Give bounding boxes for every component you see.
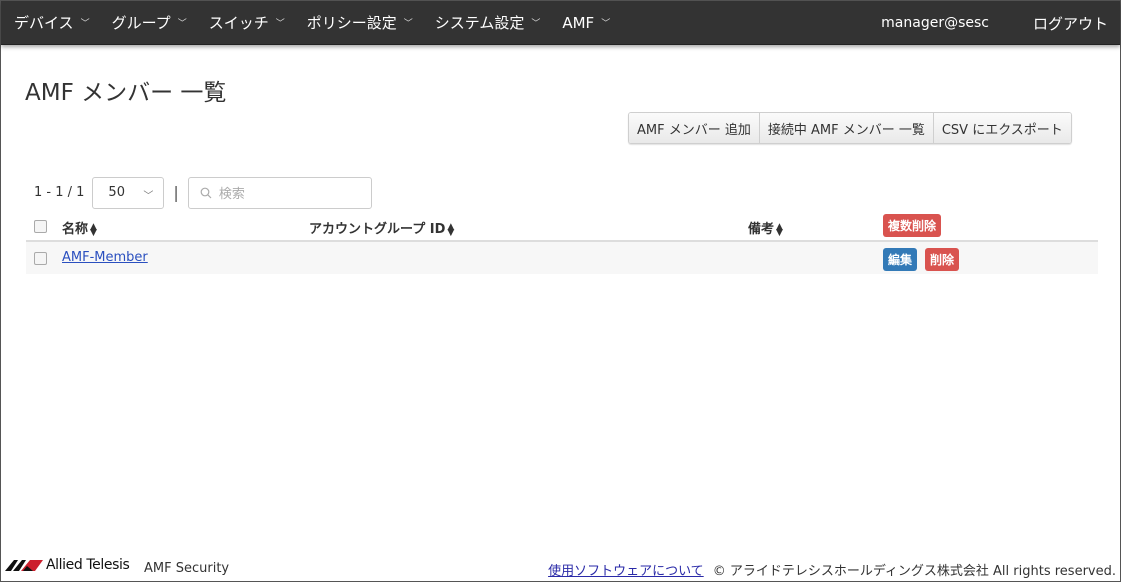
divider: | <box>173 183 179 202</box>
record-count: 1 - 1 / 1 <box>34 185 85 200</box>
chevron-down-icon: ﹀ <box>275 19 285 29</box>
about-software-link[interactable]: 使用ソフトウェアについて <box>548 564 704 579</box>
per-page-select[interactable]: 50 ﹀ <box>92 176 165 209</box>
top-navbar: デバイス ﹀ グループ ﹀ スイッチ ﹀ ポリシー設定 ﹀ システム設定 ﹀ AMF ﹀ m… <box>1 1 1120 45</box>
pager: 1 - 1 / 1 50 ﹀ | 検索 <box>34 176 372 209</box>
logout-link[interactable]: ログアウト <box>1033 13 1108 34</box>
nav-policy-label: ポリシー設定 <box>306 14 397 32</box>
delete-button[interactable]: 削除 <box>925 248 960 271</box>
chevron-down-icon: ﹀ <box>143 190 154 202</box>
edit-button[interactable]: 編集 <box>883 248 918 271</box>
column-account-group[interactable]: アカウントグループ ID ▲ ▼ <box>309 218 454 237</box>
allied-telesis-logo-icon <box>5 560 43 571</box>
row-checkbox[interactable] <box>34 252 47 265</box>
search-placeholder: 検索 <box>218 187 245 202</box>
nav-devices[interactable]: デバイス ﹀ <box>1 1 99 45</box>
chevron-down-icon: ﹀ <box>403 19 413 29</box>
nav-switches-label: スイッチ <box>208 14 269 32</box>
sort-icon: ▲ ▼ <box>447 221 455 238</box>
company-logo: Allied Telesis <box>5 557 130 573</box>
copyright: © アライドテレシスホールディングス株式会社 All rights reserv… <box>712 564 1116 579</box>
export-csv-button[interactable]: CSV にエクスポート <box>933 113 1071 143</box>
per-page-value: 50 <box>108 185 125 200</box>
toolbar: AMF メンバー 追加 接続中 AMF メンバー 一覧 CSV にエクスポート <box>628 112 1072 144</box>
nav-policy[interactable]: ポリシー設定 ﹀ <box>294 1 422 45</box>
members-table: 名称 ▲ ▼ アカウントグループ ID ▲ ▼ 備考 ▲ ▼ 複数削除 AMF-Member… <box>26 211 1098 274</box>
member-name-link[interactable]: AMF-Member <box>62 250 148 265</box>
footer: Allied Telesis AMF Security 使用ソフトウェアについて… <box>1 557 1120 579</box>
column-note[interactable]: 備考 ▲ ▼ <box>748 218 783 237</box>
chevron-down-icon: ﹀ <box>80 19 90 29</box>
search-icon <box>200 187 212 198</box>
connected-members-button[interactable]: 接続中 AMF メンバー 一覧 <box>759 113 934 143</box>
table-row: AMF-Member 編集 削除 <box>26 242 1098 274</box>
page-title: AMF メンバー 一覧 <box>25 80 227 106</box>
chevron-down-icon: ﹀ <box>601 19 611 29</box>
column-name-label: 名称 <box>62 222 89 237</box>
bulk-delete-button[interactable]: 複数削除 <box>883 214 942 237</box>
column-name[interactable]: 名称 ▲ ▼ <box>62 218 97 237</box>
add-member-button[interactable]: AMF メンバー 追加 <box>629 113 760 143</box>
chevron-down-icon: ﹀ <box>531 19 541 29</box>
nav-system[interactable]: システム設定 ﹀ <box>422 1 550 45</box>
chevron-down-icon: ﹀ <box>177 19 187 29</box>
nav-switches[interactable]: スイッチ ﹀ <box>196 1 294 45</box>
nav-amf-label: AMF <box>562 13 595 32</box>
select-all-checkbox[interactable] <box>34 220 47 233</box>
nav-groups-label: グループ <box>111 14 171 32</box>
user-menu[interactable]: manager@sesc <box>881 15 989 31</box>
nav-amf[interactable]: AMF ﹀ <box>549 1 619 45</box>
table-header: 名称 ▲ ▼ アカウントグループ ID ▲ ▼ 備考 ▲ ▼ 複数削除 <box>26 211 1098 242</box>
column-account-group-label: アカウントグループ ID <box>309 222 446 237</box>
sort-icon: ▲ ▼ <box>90 221 97 238</box>
nav-system-label: システム設定 <box>434 14 525 32</box>
nav-devices-label: デバイス <box>14 14 74 32</box>
search-input[interactable]: 検索 <box>187 176 372 209</box>
nav-groups[interactable]: グループ ﹀ <box>99 1 196 45</box>
nav-right: manager@sesc ログアウト <box>881 1 1108 45</box>
column-note-label: 備考 <box>748 222 775 237</box>
product-name: AMF Security <box>144 561 230 576</box>
footer-right: 使用ソフトウェアについて © アライドテレシスホールディングス株式会社 All r… <box>548 560 1116 579</box>
sort-icon: ▲ ▼ <box>776 221 783 238</box>
logo-text: Allied Telesis <box>46 557 130 573</box>
